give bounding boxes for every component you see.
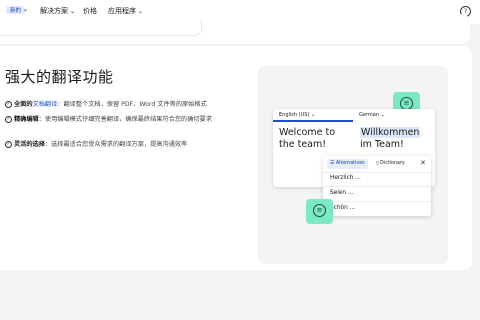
tab-label: Dictionary xyxy=(380,161,405,166)
feature-bold: 精确编辑 xyxy=(14,116,39,123)
section-title: 强大的翻译功能 xyxy=(5,68,114,86)
feature-bold: 灵活的选择 xyxy=(14,141,45,148)
target-language-label: German xyxy=(359,112,380,118)
book-icon: ▯ xyxy=(376,161,379,166)
feature-text: ：使用编辑模式仔细完善翻译，确保最终结果符合您的确切要求 xyxy=(38,116,212,123)
document-translation-link[interactable]: 文档翻译 xyxy=(33,101,58,108)
source-language-label: English (US) xyxy=(279,112,310,118)
alternatives-popup: ☰ Alternatives ▯ Dictionary ✕ Herzlich .… xyxy=(323,156,431,216)
divider xyxy=(323,201,431,202)
feature-bold: 全面的 xyxy=(14,101,33,108)
source-language-select[interactable]: English (US) ⌄ xyxy=(279,112,315,118)
target-text[interactable]: Willkommen im Team! xyxy=(360,127,435,151)
alternative-item[interactable]: Herzlich ... xyxy=(330,175,361,181)
divider xyxy=(323,186,431,187)
check-circle-icon: ✓ xyxy=(5,141,12,148)
chevron-down-icon: ⌄ xyxy=(310,112,316,118)
alternative-item[interactable]: Seien ... xyxy=(330,190,353,196)
tab-alternatives[interactable]: ☰ Alternatives xyxy=(327,159,368,169)
check-circle-icon: ✓ xyxy=(5,101,12,108)
check-circle-icon: ✓ xyxy=(5,116,12,123)
feature-item: ✓ 灵活的选择：选择最适合您受众需求的翻译方案，提高沟通效率 xyxy=(5,140,220,150)
divider xyxy=(323,172,431,173)
mint-tile: ≡ xyxy=(306,199,333,224)
chevron-down-icon[interactable]: ⌄ xyxy=(23,6,28,13)
feature-item: ✓ 精确编辑：使用编辑模式仔细完善翻译，确保最终结果符合您的确切要求 xyxy=(5,115,220,135)
target-text-rest: im Team! xyxy=(360,139,404,150)
chevron-down-icon: ⌄ xyxy=(380,112,385,118)
target-language-select[interactable]: German ⌄ xyxy=(359,112,385,118)
source-underline xyxy=(273,120,353,122)
previous-section-inner-card xyxy=(0,20,202,36)
feature-item: ✓ 全面的文档翻译：翻译整个文档，保留 PDF、Word 文件等的原始格式 xyxy=(5,100,220,110)
source-text[interactable]: Welcome to the team! xyxy=(279,127,349,151)
translate-globe-icon: ≡ xyxy=(313,204,326,217)
tab-label: Alternatives xyxy=(335,161,365,166)
tab-dictionary[interactable]: ▯ Dictionary xyxy=(373,159,408,169)
close-icon[interactable]: ✕ xyxy=(420,159,426,167)
list-icon: ☰ xyxy=(330,161,335,166)
alternative-item[interactable]: Schön ... xyxy=(330,205,355,211)
feature-text: ：选择最适合您受众需求的翻译方案，提高沟通效率 xyxy=(44,141,188,148)
feature-text: ：翻译整个文档，保留 PDF、Word 文件等的原始格式 xyxy=(57,101,207,108)
highlighted-word[interactable]: Willkommen xyxy=(360,127,421,138)
